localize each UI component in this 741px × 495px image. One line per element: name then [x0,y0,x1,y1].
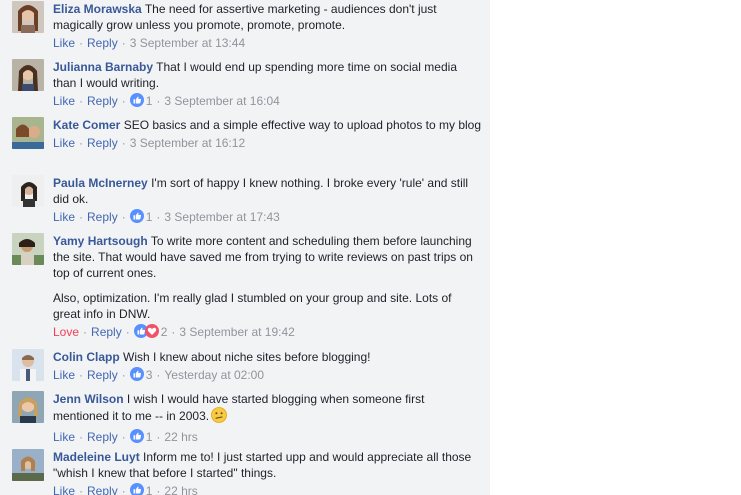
avatar[interactable] [12,175,44,207]
avatar[interactable] [12,449,44,481]
reply-button[interactable]: Reply [91,325,122,339]
reaction-count[interactable]: 1 [146,430,153,444]
like-button[interactable]: Like [53,36,75,50]
reply-button[interactable]: Reply [87,36,118,50]
like-button[interactable]: Like [53,210,75,224]
commenter-name[interactable]: Yamy Hartsough [53,234,148,248]
reaction-count[interactable]: 1 [146,210,153,224]
comment-text: Wish I knew about niche sites before blo… [123,350,371,364]
timestamp[interactable]: 3 September at 16:12 [130,136,245,150]
commenter-name[interactable]: Paula McInerney [53,176,148,190]
reaction-count[interactable]: 3 [146,368,153,382]
like-reaction-icon[interactable] [129,429,144,447]
reaction-count[interactable]: 1 [146,484,153,495]
commenter-name[interactable]: Madeleine Luyt [53,450,140,464]
like-reaction-icon[interactable] [129,367,144,385]
avatar[interactable] [12,117,44,149]
timestamp[interactable]: 3 September at 13:44 [130,36,245,50]
timestamp[interactable]: 3 September at 16:04 [164,94,279,108]
reply-button[interactable]: Reply [87,368,118,382]
commenter-name[interactable]: Eliza Morawska [53,2,142,16]
like-button[interactable]: Like [53,136,75,150]
avatar[interactable] [12,59,44,91]
confused-emoji-icon [211,407,227,427]
comment-text-paragraph-2: Also, optimization. I'm really glad I st… [53,291,452,321]
avatar[interactable] [12,233,44,265]
timestamp[interactable]: 3 September at 19:42 [179,325,294,339]
commenter-name[interactable]: Julianna Barnaby [53,60,153,74]
reply-button[interactable]: Reply [87,484,118,495]
love-button[interactable]: Love [53,325,79,339]
reply-button[interactable]: Reply [87,136,118,150]
timestamp[interactable]: Yesterday at 02:00 [164,368,264,382]
timestamp[interactable]: 3 September at 17:43 [164,210,279,224]
like-reaction-icon[interactable] [129,483,144,495]
comments-panel: Eliza Morawska The need for assertive ma… [0,0,490,495]
timestamp[interactable]: 22 hrs [164,484,197,495]
reply-button[interactable]: Reply [87,210,118,224]
like-reaction-icon[interactable] [129,93,144,111]
commenter-name[interactable]: Kate Comer [53,118,120,132]
reply-button[interactable]: Reply [87,430,118,444]
love-reaction-icon[interactable] [144,324,159,342]
timestamp[interactable]: 22 hrs [164,430,197,444]
commenter-name[interactable]: Jenn Wilson [53,392,124,406]
like-button[interactable]: Like [53,430,75,444]
reply-button[interactable]: Reply [87,94,118,108]
commenter-name[interactable]: Colin Clapp [53,350,120,364]
like-reaction-icon[interactable] [129,209,144,227]
avatar[interactable] [12,349,44,381]
avatar[interactable] [12,391,44,423]
like-button[interactable]: Like [53,368,75,382]
like-button[interactable]: Like [53,484,75,495]
like-button[interactable]: Like [53,94,75,108]
comment-text: SEO basics and a simple effective way to… [123,118,482,132]
reaction-count[interactable]: 2 [161,325,168,339]
avatar[interactable] [12,1,44,33]
reaction-count[interactable]: 1 [146,94,153,108]
